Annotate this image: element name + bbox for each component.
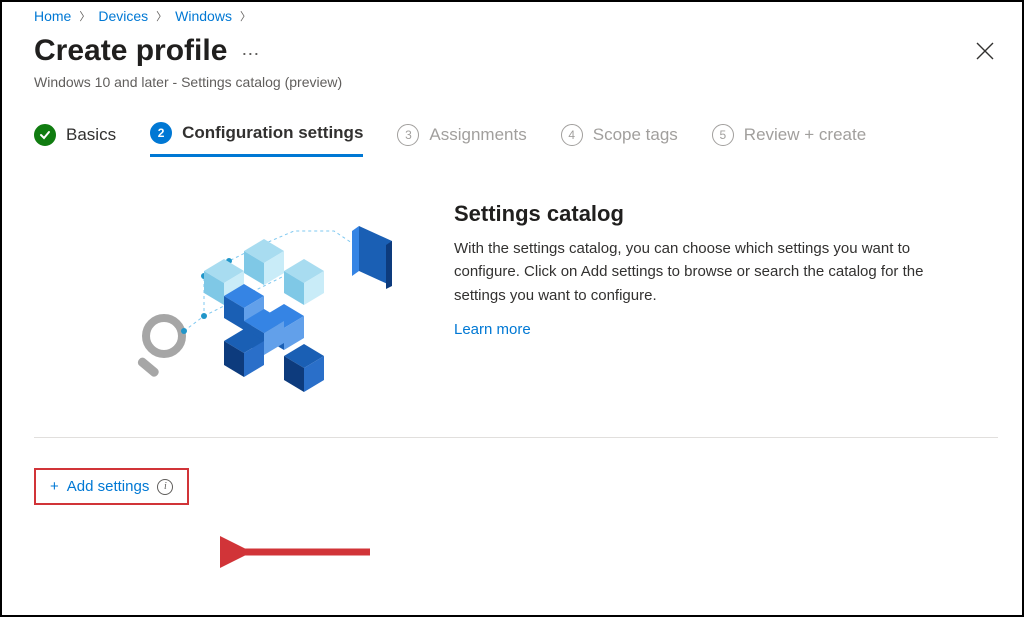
info-icon[interactable]: i <box>157 479 173 495</box>
hero-section: Settings catalog With the settings catal… <box>134 201 998 401</box>
page-subtitle: Windows 10 and later - Settings catalog … <box>34 74 998 90</box>
step-label: Configuration settings <box>182 123 363 143</box>
add-settings-button[interactable]: + Add settings i <box>34 468 189 505</box>
more-actions-button[interactable]: ⋯ <box>241 44 261 65</box>
step-number-icon: 4 <box>561 124 583 146</box>
step-scope-tags[interactable]: 4 Scope tags <box>561 124 678 156</box>
plus-icon: + <box>50 478 59 495</box>
step-number-icon: 5 <box>712 124 734 146</box>
step-assignments[interactable]: 3 Assignments <box>397 124 526 156</box>
catalog-illustration <box>134 201 404 401</box>
book-icon <box>352 226 392 289</box>
step-label: Review + create <box>744 125 866 145</box>
chevron-right-icon: 〉 <box>156 8 167 24</box>
magnifier-icon <box>136 318 182 378</box>
chevron-right-icon: 〉 <box>240 8 251 24</box>
annotation-arrow <box>220 532 380 577</box>
breadcrumb-home[interactable]: Home <box>34 8 71 24</box>
breadcrumb-devices[interactable]: Devices <box>98 8 148 24</box>
hero-body: With the settings catalog, you can choos… <box>454 237 954 307</box>
step-basics[interactable]: Basics <box>34 124 116 156</box>
breadcrumb: Home 〉 Devices 〉 Windows 〉 <box>34 8 998 24</box>
page-title: Create profile <box>34 34 227 68</box>
step-label: Assignments <box>429 125 526 145</box>
step-configuration-settings[interactable]: 2 Configuration settings <box>150 122 363 157</box>
step-label: Scope tags <box>593 125 678 145</box>
close-icon <box>976 42 994 60</box>
step-label: Basics <box>66 125 116 145</box>
wizard-stepper: Basics 2 Configuration settings 3 Assign… <box>34 122 998 157</box>
divider <box>34 437 998 438</box>
chevron-right-icon: 〉 <box>79 8 90 24</box>
check-icon <box>34 124 56 146</box>
step-number-icon: 2 <box>150 122 172 144</box>
learn-more-link[interactable]: Learn more <box>454 321 531 338</box>
step-number-icon: 3 <box>397 124 419 146</box>
add-settings-label: Add settings <box>67 478 150 495</box>
step-review-create[interactable]: 5 Review + create <box>712 124 866 156</box>
hero-title: Settings catalog <box>454 201 954 227</box>
breadcrumb-windows[interactable]: Windows <box>175 8 232 24</box>
close-button[interactable] <box>976 42 994 65</box>
